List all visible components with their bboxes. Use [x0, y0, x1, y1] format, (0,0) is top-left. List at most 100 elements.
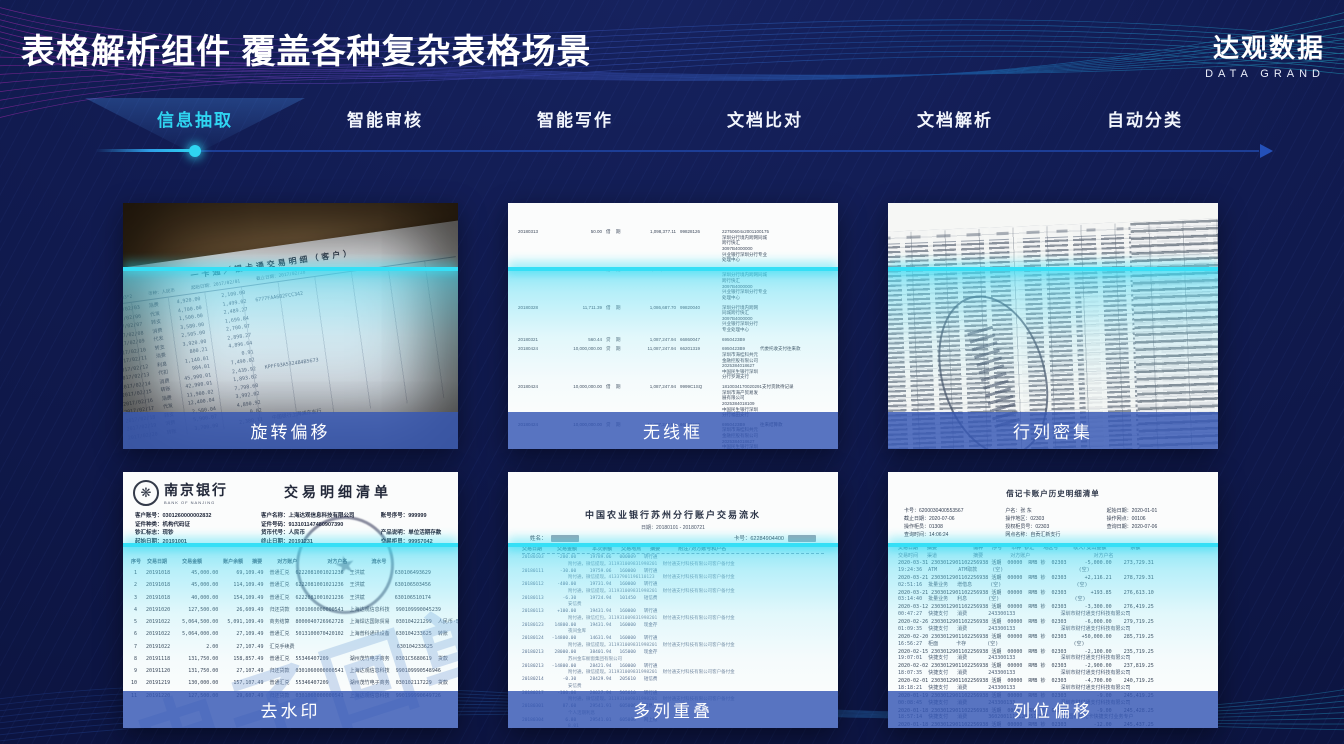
- card-borderless: 2018031350.00 借期 1,098,377.1199828126 22…: [508, 203, 838, 449]
- caption-text: 行列密集: [1013, 418, 1093, 443]
- document-subtitle: 客户号：20003*2 币种：人民币 起始日期：2017/02/01 截止日期：…: [123, 248, 453, 304]
- table-row: 4 2017/02/08 消费 3,580.00 1,699.84: [123, 284, 458, 343]
- document-title: 一卡通／银卡通交易明细（客户）: [123, 232, 458, 297]
- card-caption: 旋转偏移: [123, 412, 458, 449]
- card-caption: 多列重叠: [508, 691, 838, 728]
- card-rotate-offset: 一卡通／银卡通交易明细（客户） 客户号：20003*2 币种：人民币 起始日期：…: [123, 203, 458, 449]
- table-row: 20180214 -0.30 28429.94 205610 短信费 安信费: [522, 677, 824, 690]
- card-caption: 列位偏移: [888, 691, 1218, 728]
- table-row: 20180112 -400.00 19731.94 160000 转行通 附付通…: [522, 582, 824, 595]
- document-title: 中国农业银行苏州分行账户交易流水: [508, 508, 838, 521]
- tab-timeline: [95, 148, 1275, 154]
- table-row: 2020-03-31 2303012901102256938 活期 00000 …: [898, 560, 1208, 573]
- table-row: 2020-03-12 2303012901102256938 活期 00000 …: [898, 604, 1208, 617]
- table-row: 2018032811,711.39 借期 1,086,687.709982004…: [518, 305, 832, 333]
- caption-text: 旋转偏移: [251, 418, 331, 443]
- bank-name: 南京银行 BANK OF NANJING: [164, 480, 228, 505]
- timeline-arrow-icon: [1260, 144, 1273, 158]
- card-column-overlap: 中国农业银行苏州分行账户交易流水 日期：20180101 - 20180721 …: [508, 472, 838, 728]
- tab-document-parsing[interactable]: 文档解析: [860, 106, 1050, 131]
- debit-card-statement-document: 借记卡账户历史明细清单 卡号：6200030400553567截止日期：2020…: [888, 472, 1218, 728]
- table-row: 11 2017/02/15 转账 42,900.01 1,893.02: [123, 343, 458, 402]
- table-row: 20180213 -14800.00 28421.94 160000 转行通 附…: [522, 664, 824, 677]
- bank-flow-document: 中国农业银行苏州分行账户交易流水 日期：20180101 - 20180721 …: [508, 472, 838, 728]
- field-line: 起始日期：2020-01-01: [1107, 507, 1202, 515]
- table-row: 5 2017/02/09 代发 2,505.00 2,700.97: [123, 293, 458, 352]
- fields-column: 户名：张 东操作地区：02303授权柜员号：02303网点名称：自贡汇新支行: [1005, 507, 1100, 539]
- table-row: 7 2017/02/11 消费 800.21 4,896.64: [123, 309, 458, 368]
- card-caption: 去水印: [123, 691, 458, 728]
- table-row: 2020-03-21 2303012901102256938 活期 00000 …: [898, 590, 1208, 603]
- datagrand-logo: 达观数据 DATA GRAND: [1205, 28, 1325, 80]
- field-line: 卡号：6200030400553567: [904, 507, 999, 515]
- field-line: 网点名称：自贡汇新支行: [1005, 531, 1100, 539]
- table-subheader: 交易时间 渠道 摘要 对方账户 对方户名: [898, 552, 1208, 559]
- fields-column: 卡号：6200030400553567截止日期：2020-07-06操作柜员：0…: [904, 507, 999, 539]
- field-line: 截止日期：2020-07-06: [904, 515, 999, 523]
- account-fields: 客户账号：0301260000002832客户名称：上海达观信息科技有限公司账号…: [135, 512, 450, 546]
- caption-text: 列位偏移: [1013, 697, 1093, 722]
- tab-auto-classification[interactable]: 自动分类: [1050, 106, 1240, 131]
- card-caption: 无线框: [508, 412, 838, 449]
- table-row: 20180113 -6.30 19724.94 101450 短信费 安信费: [522, 596, 824, 609]
- table-row: 2018042410,000,000.00 贷期 11,087,247.9466…: [518, 346, 832, 380]
- tab-intelligent-review[interactable]: 智能审核: [290, 106, 480, 131]
- table-row: 1 2017/02/03 消费 4,920.00 2,100.00: [123, 259, 457, 318]
- card-number-label: 卡号：62284904400: [734, 534, 784, 542]
- field-row: 钞汇标志：现钞货币代号：人民币产品说明：单位活期存款: [135, 529, 450, 538]
- table-row: 12 2017/02/16 消费 11,900.02 7,798.60: [123, 352, 458, 411]
- field-line: 户名：张 东: [1005, 507, 1100, 515]
- card-dense-grid: 行列密集: [888, 203, 1218, 449]
- table-row: 13 2017/02/17 代发 12,400.04 3,992.02: [123, 360, 458, 419]
- field-row: 客户账号：0301260000002832客户名称：上海达观信息科技有限公司账号…: [135, 512, 450, 521]
- timeline-active-dot: [189, 145, 201, 157]
- bank-name-en: BANK OF NANJING: [164, 500, 228, 505]
- feature-tabs: 信息抽取 智能审核 智能写作 文档比对 文档解析 自动分类: [100, 106, 1240, 131]
- name-label: 姓名：: [530, 534, 547, 542]
- logo-cn-text: 达观数据: [1205, 28, 1325, 65]
- table-row: 2018031350.00 借期 1,098,377.1199828126 22…: [518, 229, 832, 263]
- tab-intelligent-writing[interactable]: 智能写作: [480, 106, 670, 131]
- date-range: 日期：20180101 - 20180721: [508, 524, 838, 531]
- table-header: 交易日期 交易金额 本次余额 交易地点 摘要 附注/对方账号和户名: [522, 545, 824, 554]
- field-line: 操作地区：02303: [1005, 515, 1100, 523]
- bank-name-cn: 南京银行: [164, 480, 228, 500]
- tab-document-compare[interactable]: 文档比对: [670, 106, 860, 131]
- table-row: 10 2017/02/14 消费 45,900.01 2,439.92 KPFF…: [123, 335, 458, 394]
- table-row: 2020-02-26 2303012901102256938 活期 00000 …: [898, 619, 1208, 632]
- field-line: 查询时间：14:06:24: [904, 531, 999, 539]
- timeline-active-segment: [95, 149, 195, 152]
- table-row: 20180111 -30.00 19759.06 160000 转行通 附付通，…: [522, 569, 824, 582]
- bank-header: ❋ 南京银行 BANK OF NANJING 交易明细清单: [133, 480, 448, 506]
- field-line: 查询日期：2020-07-06: [1107, 523, 1202, 531]
- table-row: 20180328176.02 借期 1,098,399.0999828027 2…: [518, 267, 832, 301]
- field-line: 授权柜员号：02303: [1005, 523, 1100, 531]
- field-line: 操作柜员：01308: [904, 523, 999, 531]
- caption-text: 去水印: [261, 697, 321, 722]
- bank-statement-document: ❋ 南京银行 BANK OF NANJING 交易明细清单 客户账号：03012…: [123, 472, 458, 728]
- caption-text: 多列重叠: [633, 697, 713, 722]
- bank-logo-icon: ❋: [133, 480, 159, 506]
- table-row: 6 2017/02/10 转支 3,920.00 2,898.27: [123, 301, 458, 360]
- table-row: 2 2017/02/06 代发 4,700.00 1,499.02 6777FA…: [123, 267, 458, 326]
- table-row: 20180103 -200.00 19789.06 000009 转行通 附付通…: [522, 555, 824, 568]
- table-row: 20180124 -14800.00 14631.94 160000 转行通 附…: [522, 636, 824, 649]
- fields-column: 起始日期：2020-01-01操作网点：00106查询日期：2020-07-06: [1107, 507, 1202, 539]
- document-title: 交易明细清单: [228, 482, 448, 502]
- table-row: 2020-03-21 2303012901102256938 活期 00000 …: [898, 575, 1208, 588]
- table-row: 3 2017/02/07 转支 1,500.00 2,489.27: [123, 276, 458, 335]
- tab-information-extraction[interactable]: 信息抽取: [100, 106, 290, 131]
- table-header: 序号 交易日期 交易金额 账户余额 摘要 对方账户 对方户名 流水号: [131, 558, 454, 565]
- field-row: 起始日期：20191001终止日期：20191231交易柜员：99957042: [135, 538, 450, 547]
- redaction-block: [551, 535, 579, 542]
- card-caption: 行列密集: [888, 412, 1218, 449]
- table-row: 20180213 28000.00 38401.94 165000 现金存 苏州…: [522, 650, 824, 663]
- name-card-line: 姓名： 卡号：62284904400: [530, 534, 816, 542]
- timeline-line: [199, 150, 1259, 152]
- table-row: 8 2017/02/12 利息 1,140.01 0.91: [123, 318, 458, 377]
- field-row: 证件种类：机构代码证证件号码：913101147480907390: [135, 521, 450, 530]
- table-row: 2020-02-20 2303012901102256938 活期 00000 …: [898, 634, 1208, 647]
- page-title: 表格解析组件 覆盖各种复杂表格场景: [21, 24, 591, 73]
- table-row: 2020-02-01 2303012901102256938 活期 00000 …: [898, 678, 1208, 691]
- field-line: 操作网点：00106: [1107, 515, 1202, 523]
